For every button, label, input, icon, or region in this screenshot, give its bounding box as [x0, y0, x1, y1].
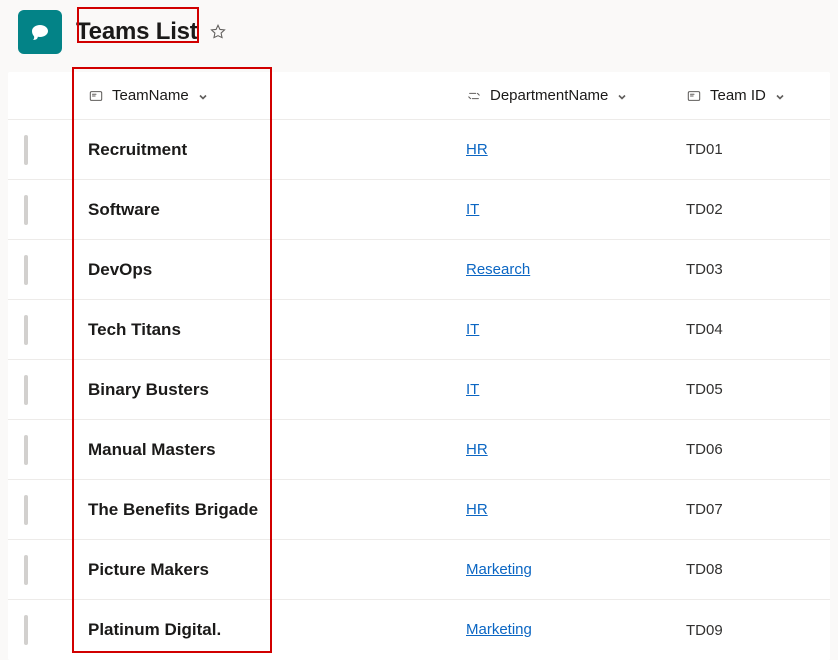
- text-column-icon: [88, 88, 104, 104]
- table-body: Recruitment HR TD01 Software IT TD02 Dev…: [8, 120, 830, 660]
- department-link[interactable]: IT: [466, 321, 479, 338]
- cell-team-name: Tech Titans: [88, 320, 466, 340]
- table-row[interactable]: The Benefits Brigade HR TD07: [8, 480, 830, 540]
- cell-team-name: Recruitment: [88, 140, 466, 160]
- app-header: Teams List: [0, 0, 838, 72]
- text-column-icon: [686, 88, 702, 104]
- cell-team-name: Platinum Digital.: [88, 620, 466, 640]
- lookup-column-icon: [466, 88, 482, 104]
- cell-team-name: Software: [88, 200, 466, 220]
- row-handle[interactable]: [24, 375, 28, 405]
- chevron-down-icon: [774, 90, 786, 102]
- cell-team-id: TD05: [686, 381, 830, 398]
- column-header-team-id[interactable]: Team ID: [686, 87, 830, 104]
- cell-team-id: TD03: [686, 261, 830, 278]
- cell-team-id: TD09: [686, 622, 830, 639]
- row-handle[interactable]: [24, 315, 28, 345]
- cell-team-id: TD01: [686, 141, 830, 158]
- teams-table: TeamName DepartmentName Team ID: [8, 72, 830, 660]
- table-row[interactable]: DevOps Research TD03: [8, 240, 830, 300]
- cell-team-id: TD07: [686, 501, 830, 518]
- favorite-star-button[interactable]: [208, 22, 228, 42]
- cell-team-id: TD06: [686, 441, 830, 458]
- cell-team-name: The Benefits Brigade: [88, 500, 466, 520]
- row-handle[interactable]: [24, 435, 28, 465]
- column-header-department[interactable]: DepartmentName: [466, 87, 686, 104]
- row-handle[interactable]: [24, 495, 28, 525]
- cell-team-name: Binary Busters: [88, 380, 466, 400]
- department-link[interactable]: HR: [466, 441, 488, 458]
- department-link[interactable]: IT: [466, 381, 479, 398]
- department-link[interactable]: Marketing: [466, 561, 532, 578]
- chevron-down-icon: [197, 90, 209, 102]
- cell-team-id: TD02: [686, 201, 830, 218]
- table-row[interactable]: Tech Titans IT TD04: [8, 300, 830, 360]
- column-label: DepartmentName: [490, 87, 608, 104]
- cell-team-id: TD08: [686, 561, 830, 578]
- department-link[interactable]: HR: [466, 501, 488, 518]
- app-logo: [18, 10, 62, 54]
- table-row[interactable]: Manual Masters HR TD06: [8, 420, 830, 480]
- row-handle[interactable]: [24, 555, 28, 585]
- cell-team-name: Manual Masters: [88, 440, 466, 460]
- department-link[interactable]: Marketing: [466, 621, 532, 638]
- chevron-down-icon: [616, 90, 628, 102]
- cell-team-id: TD04: [686, 321, 830, 338]
- department-link[interactable]: Research: [466, 261, 530, 278]
- table-row[interactable]: Recruitment HR TD01: [8, 120, 830, 180]
- column-label: TeamName: [112, 87, 189, 104]
- column-header-team-name[interactable]: TeamName: [88, 87, 466, 104]
- page-title: Teams List: [76, 18, 198, 46]
- row-handle[interactable]: [24, 255, 28, 285]
- table-header-row: TeamName DepartmentName Team ID: [8, 72, 830, 120]
- row-handle[interactable]: [24, 135, 28, 165]
- table-row[interactable]: Software IT TD02: [8, 180, 830, 240]
- row-handle[interactable]: [24, 615, 28, 645]
- column-label: Team ID: [710, 87, 766, 104]
- row-handle[interactable]: [24, 195, 28, 225]
- department-link[interactable]: IT: [466, 201, 479, 218]
- table-row[interactable]: Binary Busters IT TD05: [8, 360, 830, 420]
- cell-team-name: DevOps: [88, 260, 466, 280]
- table-row[interactable]: Picture Makers Marketing TD08: [8, 540, 830, 600]
- table-row[interactable]: Platinum Digital. Marketing TD09: [8, 600, 830, 660]
- cell-team-name: Picture Makers: [88, 560, 466, 580]
- department-link[interactable]: HR: [466, 141, 488, 158]
